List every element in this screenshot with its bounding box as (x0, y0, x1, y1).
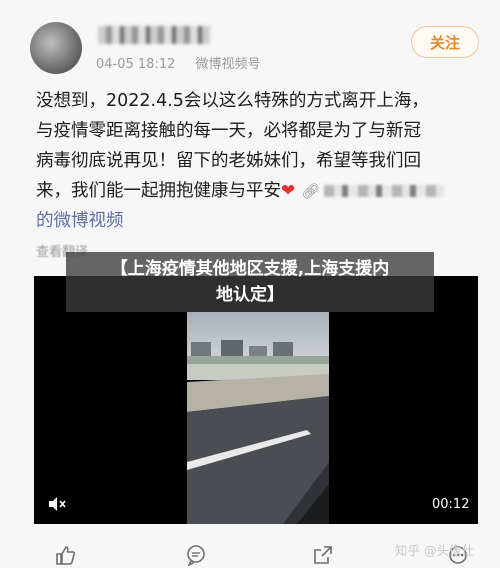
post-body-line: 病毒彻底说再见！留下的老姊妹们，希望等我们回 (36, 151, 421, 171)
post-meta: 04-05 18:12 微博视频号 (96, 53, 261, 72)
follow-button[interactable]: 关注 (411, 26, 479, 58)
video-duration: 00:12 (432, 497, 470, 512)
mute-icon[interactable] (48, 496, 66, 516)
post-body: 没想到，2022.4.5会以这么特殊的方式离开上海， 与疫情零距离接触的每一天，… (36, 86, 476, 206)
avatar[interactable] (30, 22, 82, 74)
link-icon[interactable]: 🔗︎ (301, 182, 320, 200)
post-header: 04-05 18:12 微博视频号 关注 (0, 0, 500, 80)
article-title-overlay: 【上海疫情其他地区支援,上海支援内 地认定】 (66, 252, 434, 312)
watermark: 知乎 @头像仕 (395, 543, 474, 558)
post-body-text: 来，我们能一起拥抱健康与平安 (36, 181, 281, 201)
post-body-line: 没想到，2022.4.5会以这么特殊的方式离开上海， (36, 91, 429, 111)
highway-scene (187, 312, 329, 524)
video-frame (187, 312, 329, 524)
post-source[interactable]: 微博视频号 (196, 57, 261, 72)
share-icon[interactable] (312, 544, 334, 568)
title-line: 【上海疫情其他地区支援,上海支援内 (110, 259, 390, 279)
username-blurred[interactable] (98, 26, 210, 44)
post-date: 04-05 18:12 (96, 57, 176, 72)
thumbs-up-icon[interactable] (54, 544, 76, 568)
comment-icon[interactable] (185, 544, 207, 568)
video-player[interactable]: 00:12 (34, 276, 478, 524)
post-body-line: 与疫情零距离接触的每一天，必将都是为了与新冠 (36, 121, 421, 141)
title-line: 地认定】 (216, 285, 284, 305)
weibo-video-link[interactable]: 的微博视频 (36, 207, 124, 232)
heart-icon: ❤ (281, 181, 296, 201)
post-body-line-last: 来，我们能一起拥抱健康与平安❤ 🔗︎ (36, 176, 476, 206)
link-text-blurred[interactable] (324, 185, 445, 197)
